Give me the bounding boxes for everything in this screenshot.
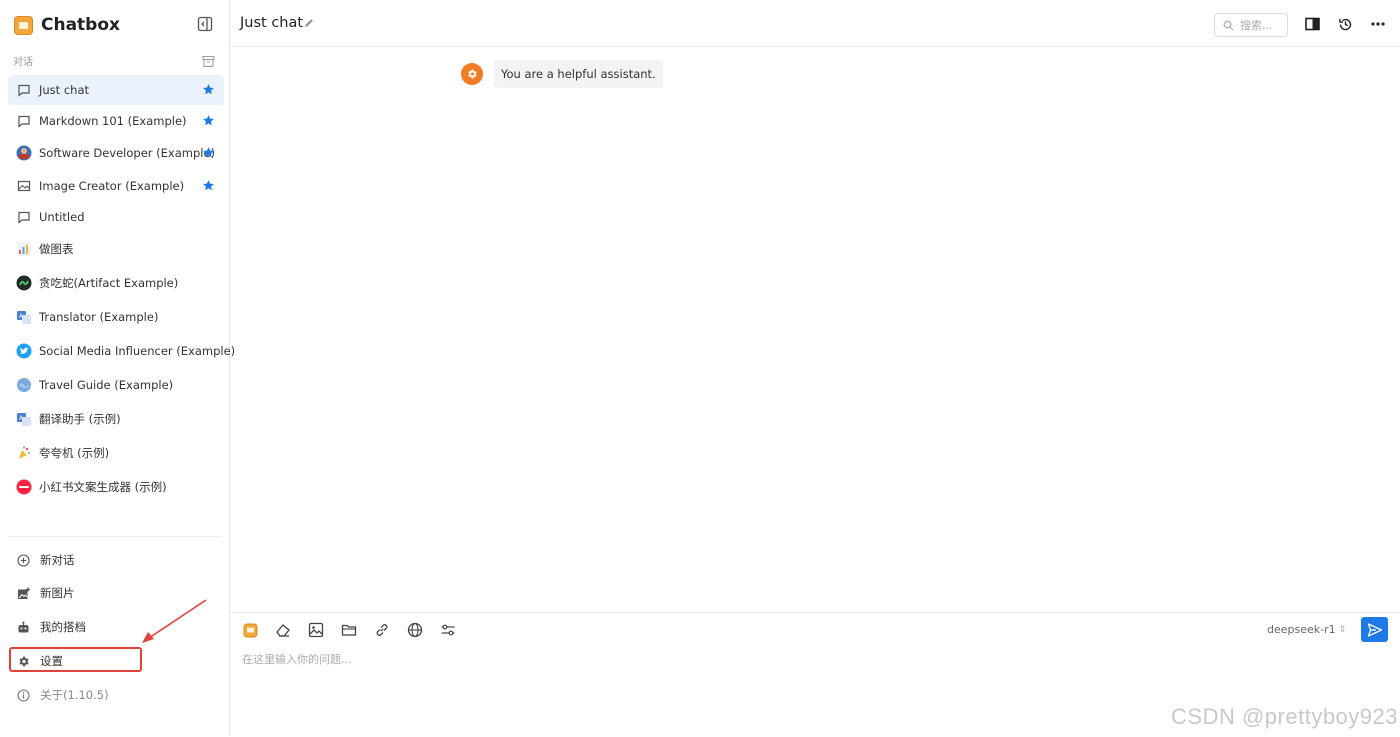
translator-avatar-icon: A	[16, 411, 32, 427]
translator-avatar-icon: A	[16, 309, 32, 325]
conversation-label: Image Creator (Example)	[39, 179, 185, 193]
conversation-item[interactable]: A Translator (Example)	[8, 302, 224, 332]
conversation-item[interactable]: A 翻译助手 (示例)	[8, 404, 224, 434]
star-icon[interactable]	[202, 83, 215, 96]
conversation-item[interactable]: Markdown 101 (Example)	[8, 106, 224, 136]
conversation-label: Travel Guide (Example)	[39, 378, 174, 392]
conversation-item[interactable]: Social Media Influencer (Example)	[8, 336, 235, 366]
about-label: 关于(1.10.5)	[40, 688, 109, 702]
star-icon[interactable]	[202, 179, 215, 192]
chevron-up-down-icon: ⇕	[1338, 624, 1347, 635]
folder-icon[interactable]	[340, 621, 358, 639]
conversation-label: 贪吃蛇(Artifact Example)	[39, 276, 179, 290]
globe-avatar-icon	[16, 377, 32, 393]
star-icon[interactable]	[202, 146, 215, 159]
app-title: Chatbox	[41, 15, 120, 35]
star-icon[interactable]	[202, 114, 215, 127]
sidebar-divider	[8, 536, 222, 537]
image-upload-icon[interactable]	[307, 621, 325, 639]
chatbox-logo-icon	[14, 15, 33, 35]
send-icon	[1367, 622, 1382, 637]
search-placeholder: 搜索...	[1240, 19, 1273, 32]
sidebar: Chatbox 对话 Just chat Markdown 101 (Examp…	[0, 0, 235, 736]
conversation-item[interactable]: Image Creator (Example)	[8, 171, 224, 201]
app-window: Chatbox 对话 Just chat Markdown 101 (Examp…	[0, 0, 1400, 736]
conversation-label: 做图表	[39, 242, 74, 256]
system-message: You are a helpful assistant.	[494, 60, 663, 88]
add-image-icon	[16, 586, 30, 600]
party-avatar-icon	[16, 445, 32, 461]
annotation-highlight-box	[9, 647, 142, 672]
conversation-item[interactable]: 贪吃蛇(Artifact Example)	[8, 268, 224, 298]
send-button[interactable]	[1361, 617, 1388, 642]
chat-bubble-icon	[16, 82, 32, 98]
archive-icon[interactable]	[202, 53, 215, 67]
snake-avatar-icon	[16, 275, 32, 291]
message-input[interactable]	[242, 648, 1342, 670]
new-image-label: 新图片	[40, 586, 75, 600]
conversation-item[interactable]: 小红书文案生成器 (示例)	[8, 472, 224, 502]
conversation-label: 小红书文案生成器 (示例)	[39, 480, 167, 494]
annotation-arrow	[142, 599, 207, 643]
new-chat-label: 新对话	[40, 553, 75, 567]
conversation-item[interactable]: 夸夸机 (示例)	[8, 438, 224, 468]
plus-circle-icon	[16, 553, 30, 567]
my-copilots-label: 我的搭档	[40, 620, 86, 634]
settings-sliders-icon[interactable]	[439, 621, 457, 639]
chat-bubble-icon	[16, 113, 32, 129]
more-options-icon[interactable]	[1369, 15, 1387, 33]
conversation-label: Untitled	[39, 210, 85, 224]
new-chat-button[interactable]: 新对话	[8, 547, 224, 573]
chart-avatar-icon	[16, 241, 32, 257]
developer-avatar-icon	[16, 145, 32, 161]
robot-icon	[16, 620, 30, 634]
eraser-icon[interactable]	[274, 621, 292, 639]
conversation-label: Translator (Example)	[39, 310, 159, 324]
conversation-item[interactable]: Untitled	[8, 202, 224, 232]
twitter-avatar-icon	[16, 343, 32, 359]
conversation-item[interactable]: Software Developer (Example)	[8, 138, 224, 168]
web-search-globe-icon[interactable]	[406, 621, 424, 639]
conversation-label: Markdown 101 (Example)	[39, 114, 187, 128]
image-icon	[16, 178, 32, 194]
model-selector[interactable]: deepseek-r1 ⇕	[1267, 623, 1346, 636]
chat-header: Just chat 搜索...	[230, 0, 1400, 47]
message-list: You are a helpful assistant.	[230, 47, 1400, 612]
chat-bubble-icon	[16, 209, 32, 225]
info-icon	[16, 688, 30, 702]
section-label-conversations: 对话	[13, 57, 33, 68]
conversation-label: Software Developer (Example)	[39, 146, 216, 160]
chatbox-logo-icon[interactable]	[241, 621, 259, 639]
link-icon[interactable]	[373, 621, 391, 639]
main-panel: Just chat 搜索... You are a helpful assist…	[230, 0, 1400, 736]
conversation-label: 翻译助手 (示例)	[39, 412, 121, 426]
search-box[interactable]: 搜索...	[1214, 13, 1288, 37]
conversation-label: Social Media Influencer (Example)	[39, 344, 236, 358]
edit-pencil-icon[interactable]	[303, 17, 315, 29]
chat-title: Just chat	[240, 15, 304, 31]
model-name: deepseek-r1	[1267, 623, 1336, 636]
conversation-label: Just chat	[39, 83, 90, 97]
search-icon	[1223, 20, 1234, 30]
system-gear-avatar-icon	[461, 63, 483, 85]
about-button[interactable]: 关于(1.10.5)	[8, 682, 224, 708]
xiaohongshu-avatar-icon	[16, 479, 32, 495]
conversation-item[interactable]: Travel Guide (Example)	[8, 370, 224, 400]
conversation-item[interactable]: 做图表	[8, 234, 224, 264]
history-icon[interactable]	[1336, 15, 1354, 33]
watermark: CSDN @prettyboy923	[1171, 704, 1398, 729]
toggle-panel-icon[interactable]	[1303, 15, 1321, 33]
collapse-sidebar-icon[interactable]	[197, 16, 213, 32]
brand: Chatbox	[14, 14, 120, 36]
conversation-item[interactable]: Just chat	[8, 75, 224, 105]
conversation-label: 夸夸机 (示例)	[39, 446, 110, 460]
